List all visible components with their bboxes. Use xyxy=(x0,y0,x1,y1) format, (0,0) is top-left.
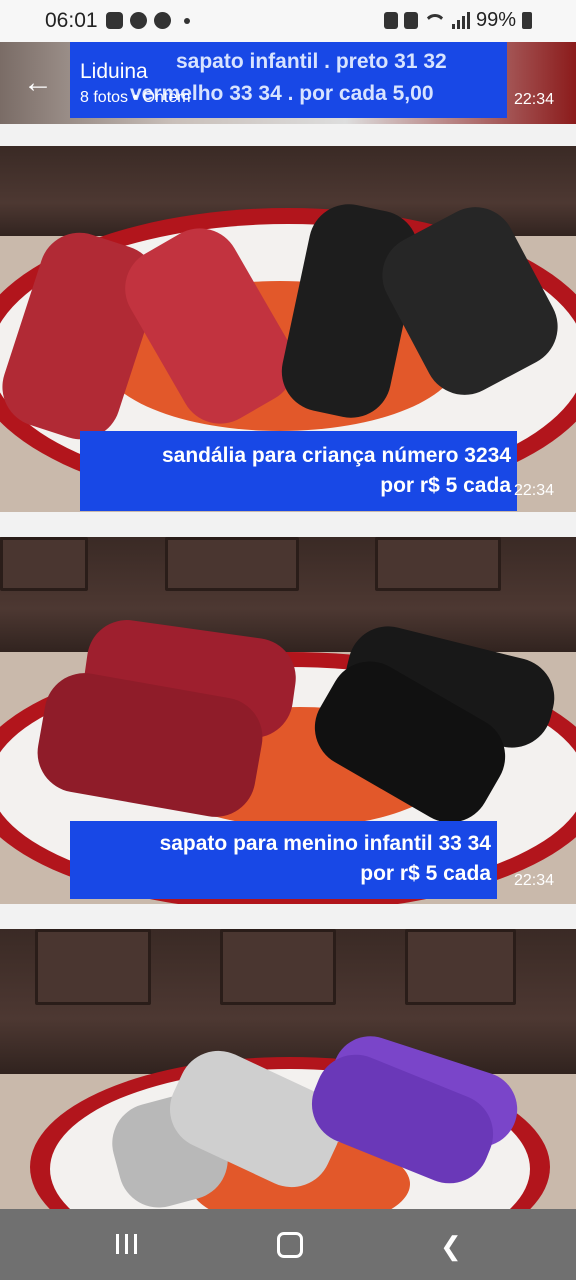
photo-caption-1: sandália para criança número 3234 por r$… xyxy=(80,431,517,511)
header-timestamp: 22:34 xyxy=(514,91,555,108)
home-icon[interactable] xyxy=(277,1232,303,1258)
photo-timestamp-1: 22:34 xyxy=(514,482,555,499)
door-panel xyxy=(35,929,151,1005)
caption-line1: sapato para menino infantil 33 34 xyxy=(159,832,491,855)
recents-icon[interactable] xyxy=(116,1234,137,1254)
notification-icons xyxy=(106,12,190,29)
wifi-icon xyxy=(424,12,446,29)
chevron-left-icon[interactable]: ❮ xyxy=(440,1231,462,1262)
app-icon xyxy=(130,12,147,29)
photo-caption-2: sapato para menino infantil 33 34 por r$… xyxy=(70,821,497,899)
battery-icon xyxy=(522,12,532,29)
status-time: 06:01 xyxy=(45,9,98,32)
chat-title[interactable]: Liduina xyxy=(80,60,148,84)
photo-message-3[interactable] xyxy=(0,929,576,1209)
door-panel xyxy=(0,537,88,591)
back-button[interactable]: ← xyxy=(18,68,58,100)
door-panel xyxy=(405,929,516,1005)
status-bar: 06:01 99% xyxy=(0,0,576,42)
chat-subtitle: 8 fotos • Ontem xyxy=(80,89,191,106)
photo-timestamp-2: 22:34 xyxy=(514,872,555,889)
system-icons: 99% xyxy=(383,9,532,32)
signal-icon xyxy=(451,12,470,29)
lock-icon xyxy=(383,12,398,29)
door-panel xyxy=(165,537,299,591)
caption-line2: por r$ 5 cada xyxy=(360,862,491,885)
chat-header: sapato infantil . preto 31 32 vermelho 3… xyxy=(0,42,576,124)
caption-line2: por r$ 5 cada xyxy=(380,474,511,497)
gallery-icon xyxy=(106,12,123,29)
photo-message-2[interactable]: sapato para menino infantil 33 34 por r$… xyxy=(0,537,576,904)
door-panel xyxy=(375,537,501,591)
navigation-bar: ❮ xyxy=(0,1209,576,1280)
alarm-icon xyxy=(403,12,418,29)
more-notifications-icon xyxy=(184,18,190,24)
caption-line1: sandália para criança número 3234 xyxy=(161,444,511,467)
battery-percent: 99% xyxy=(475,9,516,31)
photo-message-1[interactable]: sandália para criança número 3234 por r$… xyxy=(0,146,576,512)
header-caption-line1: sapato infantil . preto 31 32 xyxy=(176,50,447,73)
arrow-left-icon: ← xyxy=(23,66,53,99)
door-panel xyxy=(220,929,336,1005)
messenger-icon xyxy=(154,12,171,29)
